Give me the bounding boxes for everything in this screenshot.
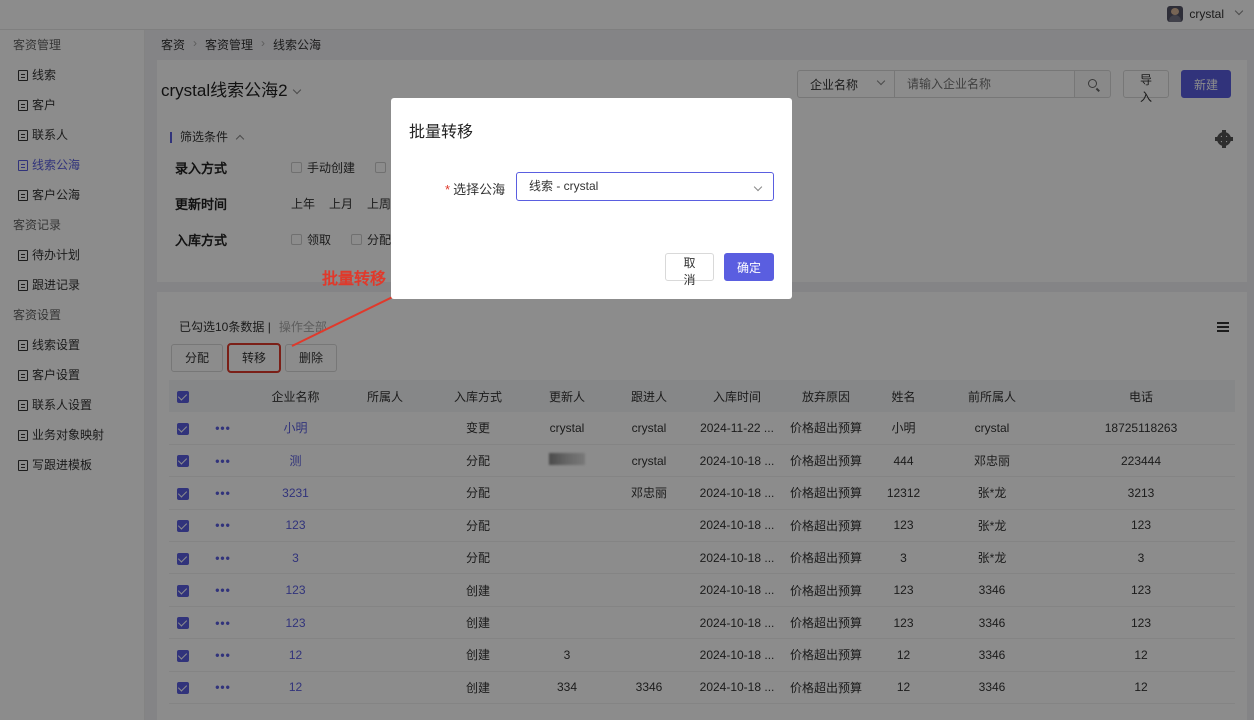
cancel-button[interactable]: 取消 [665,253,714,287]
transfer-modal: 批量转移 * 选择公海 线索 - crystal 取消 确定 [391,98,792,299]
confirm-button[interactable]: 确定 [724,253,774,281]
chevron-down-icon [753,182,763,192]
pool-field-label-text: 选择公海 [453,182,506,197]
required-mark: * [445,182,451,197]
pool-select-value: 线索 - crystal [529,179,599,193]
pool-select[interactable]: 线索 - crystal [516,172,774,201]
modal-title: 批量转移 [409,124,474,141]
pool-field-label: * 选择公海 [445,179,505,198]
annotation-label: 批量转移 [322,269,387,288]
